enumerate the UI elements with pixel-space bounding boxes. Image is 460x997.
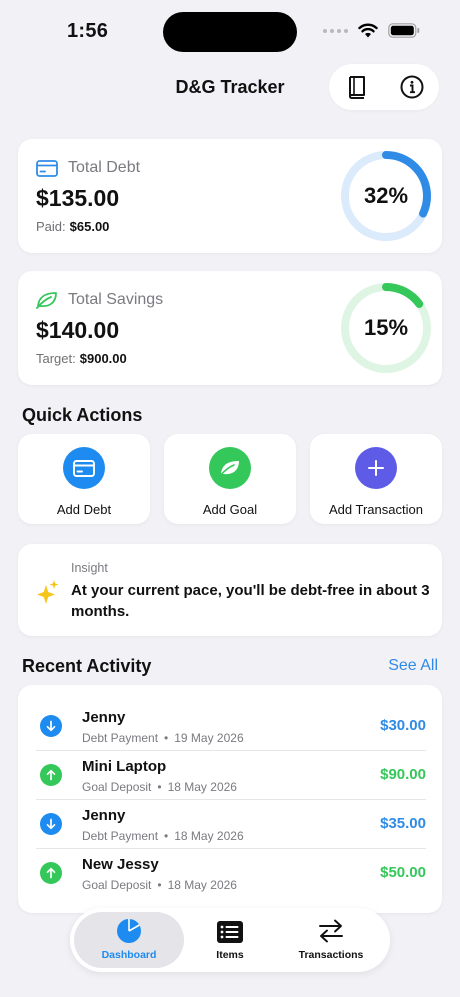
tab-transactions-label: Transactions	[298, 949, 364, 961]
wifi-icon	[358, 23, 378, 38]
tab-dashboard[interactable]: Dashboard	[74, 912, 184, 968]
book-icon	[348, 76, 365, 99]
activity-meta: Debt Payment • 19 May 2026	[82, 731, 244, 745]
status-time: 1:56	[67, 20, 109, 42]
activity-name: Jenny	[82, 709, 126, 726]
total-savings-label: Total Savings	[68, 291, 164, 308]
quick-actions-title: Quick Actions	[22, 405, 143, 425]
activity-row[interactable]: Jenny Debt Payment • 19 May 2026 $30.00	[36, 701, 426, 750]
total-savings-amount: $140.00	[36, 317, 120, 343]
credit-card-icon	[73, 459, 95, 477]
add-debt-button[interactable]: Add Debt	[18, 434, 150, 524]
credit-card-icon	[36, 159, 58, 177]
activity-amount: $90.00	[380, 766, 426, 783]
tab-items[interactable]: Items	[184, 912, 276, 968]
see-all-link[interactable]: See All	[388, 657, 438, 675]
nav-actions	[329, 64, 439, 110]
pie-chart-icon	[117, 919, 141, 943]
activity-meta: Goal Deposit • 18 May 2026	[82, 878, 237, 892]
activity-amount: $30.00	[380, 717, 426, 734]
plus-icon	[368, 460, 384, 476]
arrow-up-icon	[40, 862, 62, 884]
sparkles-icon	[37, 580, 59, 604]
status-icons	[323, 23, 420, 38]
activity-name: Mini Laptop	[82, 758, 167, 775]
arrow-down-icon	[40, 715, 62, 737]
list-icon	[217, 921, 243, 943]
activity-row[interactable]: Mini Laptop Goal Deposit • 18 May 2026 $90…	[36, 750, 426, 799]
total-savings-card[interactable]: Total Savings $140.00 Target: $900.00 15%	[18, 271, 442, 385]
recent-activity-list: Jenny Debt Payment • 19 May 2026 $30.00 Mi…	[18, 685, 442, 913]
total-debt-amount: $135.00	[36, 185, 120, 211]
insight-text: At your current pace, you'll be debt-fre…	[71, 582, 430, 620]
debt-paid: Paid: $65.00	[36, 219, 110, 234]
add-transaction-label: Add Transaction	[329, 502, 423, 517]
savings-percent: 15%	[363, 315, 409, 340]
tab-bar: Dashboard Items Transactions	[70, 908, 390, 972]
total-debt-card[interactable]: Total Debt $135.00 Paid: $65.00 32%	[18, 139, 442, 253]
tab-dashboard-label: Dashboard	[101, 949, 157, 961]
arrows-exchange-icon	[319, 919, 343, 943]
add-goal-button[interactable]: Add Goal	[164, 434, 296, 524]
arrow-down-icon	[40, 813, 62, 835]
cellular-signal-icon	[323, 28, 348, 33]
activity-meta: Goal Deposit • 18 May 2026	[82, 780, 237, 794]
activity-amount: $50.00	[380, 864, 426, 881]
info-icon	[400, 75, 423, 99]
add-debt-label: Add Debt	[56, 502, 112, 517]
total-debt-label: Total Debt	[68, 159, 141, 176]
tab-transactions[interactable]: Transactions	[276, 912, 386, 968]
guide-button[interactable]	[339, 69, 375, 105]
insight-kicker: Insight	[71, 561, 108, 575]
activity-meta: Debt Payment • 18 May 2026	[82, 829, 244, 843]
activity-amount: $35.00	[380, 815, 426, 832]
activity-name: Jenny	[82, 807, 126, 824]
dynamic-island	[163, 12, 297, 52]
recent-activity-title: Recent Activity	[22, 656, 152, 676]
savings-target: Target: $900.00	[36, 351, 127, 366]
add-transaction-button[interactable]: Add Transaction	[310, 434, 442, 524]
activity-row[interactable]: New Jessy Goal Deposit • 18 May 2026 $50.0…	[36, 848, 426, 897]
tab-items-label: Items	[216, 949, 244, 961]
activity-name: New Jessy	[82, 856, 159, 873]
arrow-up-icon	[40, 764, 62, 786]
battery-icon	[388, 23, 420, 38]
insight-card: Insight At your current pace, you'll be …	[18, 544, 442, 636]
debt-percent: 32%	[363, 183, 409, 208]
add-goal-label: Add Goal	[202, 502, 258, 517]
status-bar: 1:56	[0, 0, 460, 64]
info-button[interactable]	[394, 69, 430, 105]
activity-row[interactable]: Jenny Debt Payment • 18 May 2026 $35.00	[36, 799, 426, 848]
leaf-icon	[36, 292, 57, 309]
leaf-icon	[219, 461, 239, 477]
